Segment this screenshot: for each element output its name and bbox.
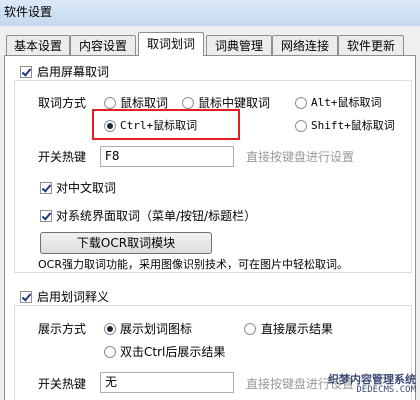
system-ui-lookup-label: 对系统界面取词（菜单/按钮/标题栏） [56,209,257,223]
lookup-hotkey-hint: 直接按键盘进行设置 [246,150,355,164]
watermark-line1: 织梦内容管理系统 [328,373,416,386]
highlight-box [92,109,240,140]
radio-middle-button-lookup[interactable] [182,97,194,109]
download-ocr-button[interactable]: 下载OCR取词模块 [40,232,212,254]
radio-double-ctrl[interactable] [104,346,116,358]
watermark: 织梦内容管理系统 DEDECMS.COM [328,374,416,396]
title-bar: 软件设置 [0,0,420,26]
window-title: 软件设置 [4,5,53,19]
chinese-lookup-checkbox[interactable] [40,182,52,194]
radio-show-result[interactable] [244,323,256,335]
tab-basic-settings[interactable]: 基本设置 [6,35,70,55]
ocr-description: OCR强力取词功能，采用图像识别技术，可在图片中轻松取词。 [38,258,348,271]
radio-double-ctrl-label[interactable]: 双击Ctrl后展示结果 [120,345,225,359]
selection-hotkey-label: 开关热键 [38,377,87,391]
radio-middle-button-lookup-label[interactable]: 鼠标中键取词 [198,96,270,110]
selection-hotkey-input[interactable]: 无 [100,372,234,393]
radio-alt-mouse-lookup[interactable] [295,97,307,109]
tab-network[interactable]: 网络连接 [272,35,338,55]
enable-selection-label: 启用划词释义 [37,290,112,304]
lookup-method-label: 取词方式 [38,96,87,110]
radio-show-icon-label[interactable]: 展示划词图标 [120,322,192,336]
radio-show-icon[interactable] [104,323,116,335]
radio-show-result-label[interactable]: 直接展示结果 [261,322,333,336]
lookup-hotkey-label: 开关热键 [38,150,87,164]
tab-software-update[interactable]: 软件更新 [338,35,404,55]
enable-lookup-checkbox[interactable] [20,66,32,78]
lookup-hotkey-input[interactable]: F8 [100,146,234,167]
system-ui-lookup-checkbox[interactable] [40,210,52,222]
chinese-lookup-label: 对中文取词 [56,181,117,195]
radio-mouse-lookup[interactable] [104,97,116,109]
tab-dictionary-management[interactable]: 词典管理 [206,35,272,55]
tab-content-settings[interactable]: 内容设置 [70,35,136,55]
display-mode-label: 展示方式 [38,322,87,336]
tab-bar: 基本设置 内容设置 取词划词 词典管理 网络连接 软件更新 [0,32,420,56]
enable-lookup-label: 启用屏幕取词 [37,65,112,79]
enable-selection-checkbox[interactable] [20,291,32,303]
radio-alt-mouse-lookup-label[interactable]: Alt+鼠标取词 [311,96,382,110]
watermark-line2: DEDECMS.COM [356,385,416,395]
radio-shift-mouse-lookup-label[interactable]: Shift+鼠标取词 [311,119,395,133]
radio-shift-mouse-lookup[interactable] [295,120,307,132]
tab-lookup-selection[interactable]: 取词划词 [138,32,204,56]
radio-mouse-lookup-label[interactable]: 鼠标取词 [120,96,168,110]
